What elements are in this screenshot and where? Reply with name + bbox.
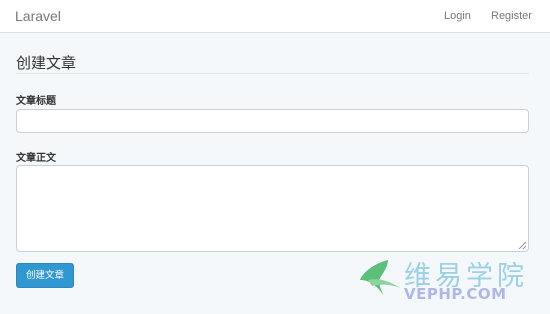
title-field-label: 文章标题 [16, 96, 56, 107]
watermark-en-text: VEPHP.COM [404, 285, 507, 303]
brand-link[interactable]: Laravel [15, 8, 61, 24]
body-textarea[interactable] [16, 165, 529, 252]
heading-divider [16, 73, 529, 74]
watermark: 维易学院 VEPHP.COM [358, 252, 538, 306]
register-link[interactable]: Register [491, 10, 532, 22]
create-article-button[interactable]: 创建文章 [16, 263, 74, 288]
title-input[interactable] [16, 109, 529, 133]
resize-handle-icon[interactable] [519, 242, 526, 249]
navbar: Laravel Login Register [0, 0, 550, 33]
page-title: 创建文章 [16, 55, 77, 72]
body-field-label: 文章正文 [16, 153, 56, 164]
login-link[interactable]: Login [444, 10, 471, 22]
leaf-arrow-logo-icon [360, 260, 400, 296]
